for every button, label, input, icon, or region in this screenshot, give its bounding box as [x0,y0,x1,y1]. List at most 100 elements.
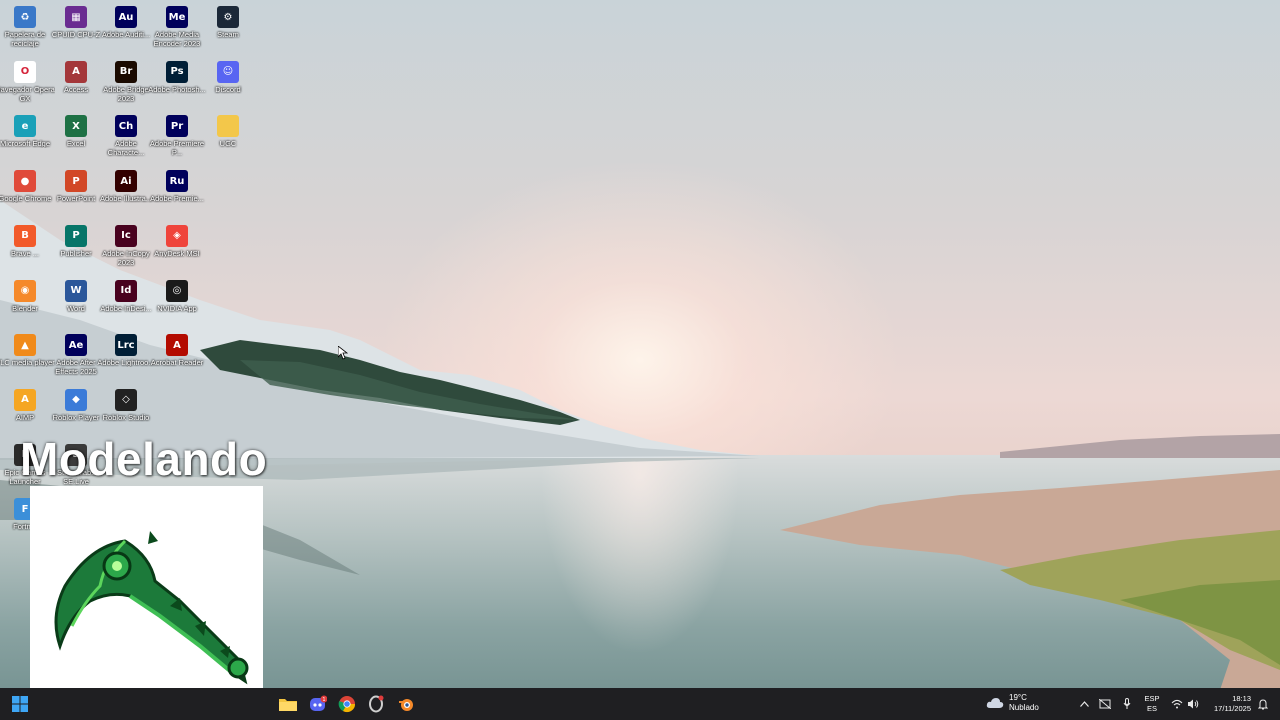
desktop-icon-cpu-z[interactable]: ▦ CPUID CPU-Z [51,2,101,58]
desktop-icon-excel[interactable]: X Excel [51,111,101,167]
desktop-icon-nvidia[interactable]: ◎ NVIDIA App [152,276,202,332]
desktop-icon-brave[interactable]: B Brave ... [0,221,50,277]
blender-icon: ◉ [14,279,36,302]
taskbar-blender[interactable] [394,692,418,716]
desktop-icon-vlc[interactable]: ▲ VLC media player [0,330,55,386]
desktop-icon-word[interactable]: W Word [51,276,101,332]
discord-notification-badge: 1 [322,697,325,703]
weather-temperature: 19°C [1009,693,1027,702]
weather-description: Nublado [1009,703,1039,712]
discord-icon: ☺ [217,60,239,83]
media-encoder-icon: Me [166,6,188,28]
taskbar: 1 19°C Nublado ESP ES 18:13 17/11/2025 [0,688,1280,720]
chrome-icon: ● [14,170,36,193]
windows-logo-icon [12,696,28,712]
recycle-bin-icon: ♻ [14,6,36,28]
brave-icon: B [14,224,36,247]
word-icon: W [65,279,87,302]
desktop-icon-premiere-pro[interactable]: Pr Adobe Premiere P... [150,111,204,167]
desktop-icon-media-encoder[interactable]: Me Adobe Media Encoder 2023 [152,2,202,58]
overlay-logo-card [30,486,263,720]
scythe-logo [54,531,249,685]
desktop-icon-character-animator[interactable]: Ch Adobe Characte... [101,111,151,167]
access-icon: A [65,60,87,83]
desktop-icon-audition[interactable]: Au Adobe Auditi... [101,2,151,58]
powerpoint-icon: P [65,170,87,193]
start-button[interactable] [8,692,32,716]
desktop-icon-steam[interactable]: ⚙ Steam [203,2,253,58]
desktop-icon-chrome[interactable]: ● Google Chrome [0,166,51,222]
publisher-icon: P [65,224,87,247]
desktop-icon-incopy[interactable]: Ic Adobe InCopy 2023 [101,221,151,277]
desktop-icon-powerpoint[interactable]: P PowerPoint [51,166,101,222]
desktop-icon-label: AnyDesk MSI [154,248,200,258]
photoshop-icon: Ps [166,60,188,83]
desktop-icon-edge[interactable]: e Microsoft Edge [0,111,50,167]
acrobat-icon: A [166,334,188,357]
indesign-icon: Id [115,279,137,302]
desktop-icon-acrobat[interactable]: A Acrobat Reader [151,330,203,386]
file-explorer-icon [279,699,297,711]
tray-overflow-chevron-icon[interactable] [1077,688,1091,720]
roblox-player-icon: ◆ [65,388,87,411]
clock-date: 17/11/2025 [1214,704,1251,713]
language-indicator[interactable]: ESP ES [1142,694,1162,714]
opera-gx-icon: O [14,60,36,83]
desktop-icon-bridge[interactable]: Br Adobe Bridge 2023 [101,57,151,113]
roblox-studio-icon: ◇ [115,388,137,411]
desktop-icon-access[interactable]: A Access [51,57,101,113]
tray-network-off-icon[interactable] [1098,688,1112,720]
desktop-icon-publisher[interactable]: P Publisher [51,221,101,277]
desktop-icon-lightroom-classic[interactable]: Lrc Adobe Lightroo... [97,330,155,386]
desktop-icon-label: UGC [219,139,237,149]
taskbar-chrome[interactable] [335,692,359,716]
desktop-icon-recycle-bin[interactable]: ♻ Papelera de reciclaje [0,2,50,58]
desktop-icon-label: NVIDIA App [157,303,197,313]
cloud-icon [986,698,1004,708]
excel-icon: X [65,115,87,138]
language-region: ES [1146,704,1157,713]
edge-icon: e [14,115,36,138]
opera-gx-icon [369,695,384,713]
cpu-z-icon: ▦ [65,6,87,28]
tray-microphone-icon[interactable] [1120,688,1134,720]
desktop-icon-photoshop[interactable]: Ps Adobe Photosh... [148,57,206,113]
nvidia-icon: ◎ [166,279,188,302]
aimp-icon: A [14,388,36,411]
discord-icon: 1 [310,695,327,711]
desktop-icon-premiere-rush[interactable]: Ru Adobe Premie... [150,166,204,222]
desktop-icon-anydesk[interactable]: ◈ AnyDesk MSI [152,221,202,277]
lightroom-classic-icon: Lrc [115,334,137,357]
after-effects-icon: Ae [65,334,87,357]
notifications-bell-icon[interactable] [1256,688,1270,720]
desktop-icon-label: Adobe Premie... [150,194,204,204]
tray-volume-icon[interactable] [1186,688,1200,720]
language-code: ESP [1144,694,1160,703]
blender-icon [399,699,413,711]
desktop-icon-label: Discord [215,84,241,94]
desktop-icon-label: Acrobat Reader [150,358,204,368]
desktop-icon-label: Steam [217,30,239,39]
taskbar-file-explorer[interactable] [276,692,300,716]
desktop-icon-opera-gx[interactable]: O Navegador Opera GX [0,57,55,113]
taskbar-opera-gx[interactable] [364,692,388,716]
desktop-icon-indesign[interactable]: Id Adobe InDesi... [100,276,152,332]
desktop-icon-discord[interactable]: ☺ Discord [203,57,253,113]
desktop-icon-illustrator[interactable]: Ai Adobe Illustra... [100,166,152,222]
premiere-pro-icon: Pr [166,115,188,138]
desktop-icon-blender[interactable]: ◉ Blender [0,276,50,332]
desktop-icon-after-effects[interactable]: Ae Adobe After Effects 2025 [51,330,101,386]
steam-icon: ⚙ [217,6,239,28]
bridge-icon: Br [115,60,137,83]
clock-time: 18:13 [1232,694,1251,703]
overlay-title: Modelando [20,433,268,485]
taskbar-clock[interactable]: 18:13 17/11/2025 [1205,694,1251,714]
folder-icon [217,115,239,138]
desktop-icon-label: Roblox Studio [102,412,150,422]
audition-icon: Au [115,6,137,28]
desktop-icon-folder[interactable]: UGC [203,111,253,167]
tray-wifi-icon[interactable] [1170,688,1184,720]
taskbar-discord[interactable]: 1 [306,692,330,716]
weather-widget[interactable]: 19°C Nublado [986,693,1039,713]
illustrator-icon: Ai [115,170,137,193]
